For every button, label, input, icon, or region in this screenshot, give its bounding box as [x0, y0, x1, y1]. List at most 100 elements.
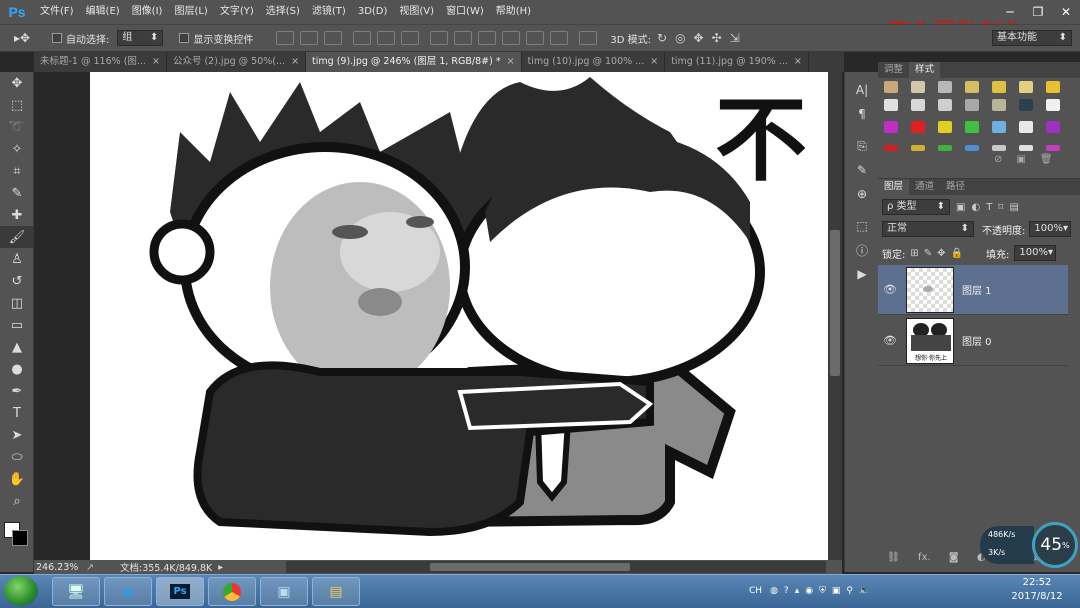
tab-adjustments[interactable]: 调整	[878, 62, 909, 78]
add-mask-icon[interactable]: ◙	[949, 552, 959, 563]
healing-brush-tool-icon[interactable]: ✚	[0, 204, 34, 226]
tab-paths[interactable]: 路径	[940, 179, 971, 195]
tray-help-icon[interactable]: ?	[784, 586, 789, 596]
auto-select-checkbox[interactable]	[52, 33, 62, 43]
background-color-swatch[interactable]	[12, 530, 28, 546]
tray-qq-icon[interactable]: ◉	[805, 586, 813, 596]
taskbar-app-explorer-icon[interactable]: ▤	[312, 577, 360, 606]
vertical-scroll-thumb[interactable]	[830, 230, 840, 376]
brush-presets-icon[interactable]: ✎	[845, 158, 879, 182]
tray-nvidia-icon[interactable]: ▣	[832, 586, 841, 596]
distribute-bottom-icon[interactable]	[478, 31, 497, 45]
character-panel-icon[interactable]: A|	[845, 78, 879, 102]
align-right-icon[interactable]	[401, 31, 420, 45]
menu-image[interactable]: 图像(I)	[126, 0, 169, 24]
tray-du-icon[interactable]: ◍	[770, 586, 778, 596]
start-button[interactable]	[4, 576, 38, 606]
workspace-dropdown[interactable]: 基本功能 ⬍	[992, 30, 1072, 46]
ellipse-tool-icon[interactable]: ⬭	[0, 446, 34, 468]
style-swatch[interactable]	[965, 145, 979, 151]
lasso-tool-icon[interactable]: ➰	[0, 116, 34, 138]
menu-3d[interactable]: 3D(D)	[352, 0, 394, 24]
style-swatch[interactable]	[911, 99, 925, 111]
menu-type[interactable]: 文字(Y)	[214, 0, 260, 24]
dodge-tool-icon[interactable]: ●	[0, 358, 34, 380]
new-style-icon[interactable]: ▣	[1016, 154, 1025, 165]
style-swatch[interactable]	[938, 121, 952, 133]
move-tool-icon[interactable]: ✥	[0, 72, 34, 94]
tray-volume-icon[interactable]: 🔈	[859, 586, 870, 596]
align-left-icon[interactable]	[353, 31, 372, 45]
3d-roll-icon[interactable]: ◎	[675, 31, 685, 45]
style-swatch[interactable]	[884, 81, 898, 93]
distribute-left-icon[interactable]	[502, 31, 521, 45]
tab-styles[interactable]: 样式	[909, 62, 941, 78]
taskbar-app-computer-icon[interactable]: 🖥	[52, 577, 100, 606]
style-swatch[interactable]	[1019, 145, 1033, 151]
3d-scale-icon[interactable]: ⇲	[730, 31, 740, 45]
taskbar-app-chrome-icon[interactable]	[208, 577, 256, 606]
document-canvas[interactable]: 不	[90, 72, 828, 560]
style-swatch[interactable]	[884, 99, 898, 111]
style-swatch[interactable]	[938, 99, 952, 111]
blur-tool-icon[interactable]: ▲	[0, 336, 34, 358]
tab-timg-9[interactable]: timg (9).jpg @ 246% (图层 1, RGB/8#) * ×	[306, 52, 522, 72]
align-bottom-icon[interactable]	[324, 31, 343, 45]
3d-rotate-icon[interactable]: ↻	[657, 31, 667, 45]
align-top-icon[interactable]	[276, 31, 295, 45]
menu-filter[interactable]: 滤镜(T)	[306, 0, 352, 24]
tray-shield-icon[interactable]: ⛨	[819, 586, 826, 596]
lock-all-icon[interactable]: 🔒	[951, 248, 963, 259]
lock-image-icon[interactable]: ✎	[924, 248, 932, 259]
style-swatch[interactable]	[911, 81, 925, 93]
visibility-eye-icon[interactable]: 👁	[878, 283, 902, 296]
style-swatch[interactable]	[965, 99, 979, 111]
magic-wand-tool-icon[interactable]: ✧	[0, 138, 34, 160]
layer-row-0[interactable]: 👁 想你·你先上 图层 0	[878, 316, 1068, 366]
filter-shape-icon[interactable]: ⌑	[998, 202, 1003, 213]
style-swatch[interactable]	[965, 81, 979, 93]
zoom-level[interactable]: 246.23%	[36, 562, 86, 573]
actions-play-icon[interactable]: ▶	[845, 262, 879, 286]
layer-style-fx-icon[interactable]: fx.	[918, 552, 931, 563]
menu-view[interactable]: 视图(V)	[393, 0, 440, 24]
fill-field[interactable]: 100% ▾	[1014, 245, 1057, 261]
close-icon[interactable]: ×	[291, 52, 299, 72]
style-swatch[interactable]	[938, 145, 952, 151]
taskbar-app-photoshop-icon[interactable]: Ps	[156, 577, 204, 606]
auto-align-icon[interactable]	[579, 31, 598, 45]
history-brush-tool-icon[interactable]: ↺	[0, 270, 34, 292]
move-tool-preset-icon[interactable]: ▸✥	[14, 31, 34, 45]
gradient-tool-icon[interactable]: ▭	[0, 314, 34, 336]
tab-channels[interactable]: 通道	[909, 179, 940, 195]
style-swatch[interactable]	[1046, 145, 1060, 151]
close-icon[interactable]: ×	[507, 52, 515, 72]
link-layers-icon[interactable]: ⛓	[887, 552, 900, 563]
close-icon[interactable]: ×	[794, 52, 802, 72]
tab-gongzhonghao-2[interactable]: 公众号 (2).jpg @ 50%(... ×	[167, 52, 307, 72]
layer-row-1[interactable]: 👁 图层 1	[878, 265, 1068, 315]
filter-type-icon[interactable]: T	[986, 202, 992, 213]
pen-tool-icon[interactable]: ✒	[0, 380, 34, 402]
tray-arrow-icon[interactable]: ▴	[795, 586, 800, 596]
menu-select[interactable]: 选择(S)	[260, 0, 306, 24]
distribute-right-icon[interactable]	[550, 31, 569, 45]
menu-layer[interactable]: 图层(L)	[168, 0, 213, 24]
blend-mode-dropdown[interactable]: 正常 ⬍	[882, 221, 974, 237]
style-swatch[interactable]	[1019, 99, 1033, 111]
close-icon[interactable]: ×	[650, 52, 658, 72]
style-swatch[interactable]	[938, 81, 952, 93]
style-swatch[interactable]	[884, 121, 898, 133]
close-icon[interactable]: ✕	[1052, 0, 1080, 24]
properties-panel-icon[interactable]: ⬚	[845, 214, 879, 238]
clone-stamp-tool-icon[interactable]: ♙	[0, 248, 34, 270]
lock-transparent-icon[interactable]: ⊞	[910, 248, 918, 259]
tray-network-icon[interactable]: ⚲	[846, 586, 853, 596]
align-hcenter-icon[interactable]	[377, 31, 396, 45]
style-swatch[interactable]	[1019, 81, 1033, 93]
distribute-vcenter-icon[interactable]	[454, 31, 473, 45]
clear-style-icon[interactable]: ⊘	[994, 154, 1002, 165]
filter-smart-object-icon[interactable]: ▤	[1009, 202, 1018, 213]
filter-pixel-icon[interactable]: ▣	[956, 202, 965, 213]
menu-help[interactable]: 帮助(H)	[490, 0, 537, 24]
